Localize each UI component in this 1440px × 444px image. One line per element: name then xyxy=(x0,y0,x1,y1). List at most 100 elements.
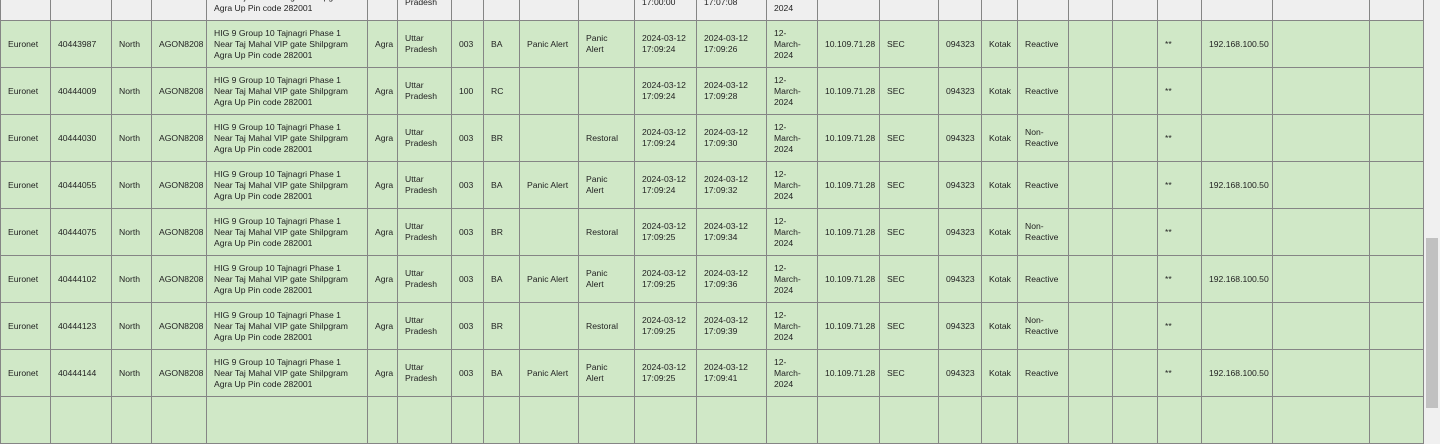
cell-extra-3 xyxy=(1272,20,1370,68)
cell-zone-code: 003 xyxy=(451,114,484,162)
table-row[interactable]: Euronet 40444123 North AGON8208 HIG 9 Group … xyxy=(0,302,1424,350)
cell-alert-time: 2024-03-12 17:00:00 xyxy=(634,0,697,21)
table-row[interactable]: Euronet 40444102 North AGON8208 HIG 9 Group … xyxy=(0,255,1424,303)
cell-city: Agra xyxy=(367,208,398,256)
cell-state: Uttar Pradesh xyxy=(397,0,452,21)
cell-panel-id: 094323 xyxy=(938,302,982,350)
cell-received-time: 2024-03-12 17:09:26 xyxy=(696,20,767,68)
cell-extra-2 xyxy=(1112,67,1158,115)
cell-extra-2 xyxy=(1112,349,1158,397)
cell-ip-address: 10.109.71.28 xyxy=(817,20,880,68)
cell-alert-type: Panic Alert xyxy=(519,349,579,397)
cell-alert-description: Restoral xyxy=(578,208,635,256)
cell-alarm-code: BA xyxy=(483,255,520,303)
cell-flag: ** xyxy=(1157,161,1202,209)
cell-panel-ip xyxy=(1201,302,1273,350)
cell-state: Uttar Pradesh xyxy=(397,302,452,350)
cell-panel-id: 094323 xyxy=(938,114,982,162)
cell-zone-code: 003 xyxy=(451,255,484,303)
table-row[interactable]: Euronet 40444009 North AGON8208 HIG 9 Group … xyxy=(0,67,1424,115)
cell-region: North xyxy=(111,114,152,162)
cell-zone-code: 003 xyxy=(451,349,484,397)
cell-extra-4 xyxy=(1369,161,1424,209)
cell-extra-4 xyxy=(1369,67,1424,115)
cell-flag: ** xyxy=(1157,302,1202,350)
cell-region: North xyxy=(111,20,152,68)
cell-zone-code: 003 xyxy=(451,208,484,256)
cell-date: 12-March-2024 xyxy=(766,0,818,21)
cell-extra-2 xyxy=(1112,161,1158,209)
cell-city xyxy=(367,0,398,21)
cell-city: Agra xyxy=(367,255,398,303)
cell-provider: Euronet xyxy=(0,302,51,350)
cell-sec xyxy=(879,0,939,21)
cell-extra-2 xyxy=(1112,20,1158,68)
table-row[interactable]: Euronet 40444144 North AGON8208 HIG 9 Group … xyxy=(0,349,1424,397)
cell-panel-id: 094323 xyxy=(938,208,982,256)
cell-site-code: AGON8208 xyxy=(151,67,207,115)
cell-status: Non-Reactive xyxy=(1017,208,1069,256)
cell-extra-1 xyxy=(1068,161,1113,209)
alerts-table: HIG 9 Group 10 Tajnagri Phase 1 Near Taj… xyxy=(0,0,1424,444)
cell-sec: SEC xyxy=(879,114,939,162)
cell-panel-id: 094323 xyxy=(938,20,982,68)
cell-alert-description: Panic Alert xyxy=(578,161,635,209)
cell-extra-2 xyxy=(1112,114,1158,162)
cell-site-code xyxy=(151,0,207,21)
table-row[interactable]: Euronet 40444030 North AGON8208 HIG 9 Group … xyxy=(0,114,1424,162)
cell-panel-id: 094323 xyxy=(938,349,982,397)
cell-city: Agra xyxy=(367,114,398,162)
cell-state: Uttar Pradesh xyxy=(397,349,452,397)
cell-state: Uttar Pradesh xyxy=(397,20,452,68)
cell-site-code: AGON8208 xyxy=(151,349,207,397)
cell-extra-2 xyxy=(1112,302,1158,350)
cell-panel-ip xyxy=(1201,0,1273,21)
cell-atm-id xyxy=(50,0,112,21)
cell-site-code: AGON8208 xyxy=(151,20,207,68)
cell-region xyxy=(111,0,152,21)
cell-site-code: AGON8208 xyxy=(151,208,207,256)
cell-alert-time: 2024-03-12 17:09:25 xyxy=(634,208,697,256)
cell-extra-3 xyxy=(1272,349,1370,397)
cell-provider: Euronet xyxy=(0,255,51,303)
cell-panel-id: 094323 xyxy=(938,67,982,115)
cell-extra-3 xyxy=(1272,114,1370,162)
table-row[interactable]: Euronet 40444075 North AGON8208 HIG 9 Group … xyxy=(0,208,1424,256)
cell-sec: SEC xyxy=(879,20,939,68)
cell-alert-description: Panic Alert xyxy=(578,349,635,397)
cell-atm-id: 40443987 xyxy=(50,20,112,68)
cell-provider: Euronet xyxy=(0,20,51,68)
scrollbar-thumb[interactable] xyxy=(1426,238,1438,408)
cell-alert-type xyxy=(519,302,579,350)
cell-alert-time: 2024-03-12 17:09:25 xyxy=(634,349,697,397)
table-row[interactable]: HIG 9 Group 10 Tajnagri Phase 1 Near Taj… xyxy=(0,0,1424,21)
cell-ip-address: 10.109.71.28 xyxy=(817,302,880,350)
cell-alert-description xyxy=(578,0,635,21)
cell-alarm-code: BR xyxy=(483,208,520,256)
alerts-table-container: HIG 9 Group 10 Tajnagri Phase 1 Near Taj… xyxy=(0,0,1424,444)
cell-city: Agra xyxy=(367,67,398,115)
cell-date: 12-March-2024 xyxy=(766,67,818,115)
cell-panel-ip xyxy=(1201,67,1273,115)
cell-alarm-code: BA xyxy=(483,349,520,397)
cell-date: 12-March-2024 xyxy=(766,20,818,68)
cell-bank: Kotak xyxy=(981,302,1018,350)
cell-alert-time: 2024-03-12 17:09:24 xyxy=(634,20,697,68)
cell-zone-code: 003 xyxy=(451,20,484,68)
cell-alert-type: Panic Alert xyxy=(519,20,579,68)
vertical-scrollbar[interactable] xyxy=(1424,0,1440,408)
cell-flag: ** xyxy=(1157,208,1202,256)
cell-alarm-code: RC xyxy=(483,67,520,115)
cell-extra-1 xyxy=(1068,208,1113,256)
table-row[interactable]: Euronet 40444055 North AGON8208 HIG 9 Group … xyxy=(0,161,1424,209)
cell-alarm-code: BA xyxy=(483,161,520,209)
cell-panel-id xyxy=(938,0,982,21)
cell-zone-code: 100 xyxy=(451,67,484,115)
cell-extra-1 xyxy=(1068,20,1113,68)
cell-alert-time: 2024-03-12 17:09:25 xyxy=(634,302,697,350)
cell-received-time: 2024-03-12 17:09:30 xyxy=(696,114,767,162)
cell-provider: Euronet xyxy=(0,208,51,256)
cell-address: HIG 9 Group 10 Tajnagri Phase 1 Near Taj… xyxy=(206,302,368,350)
cell-state: Uttar Pradesh xyxy=(397,208,452,256)
table-row[interactable]: Euronet 40443987 North AGON8208 HIG 9 Group … xyxy=(0,20,1424,68)
